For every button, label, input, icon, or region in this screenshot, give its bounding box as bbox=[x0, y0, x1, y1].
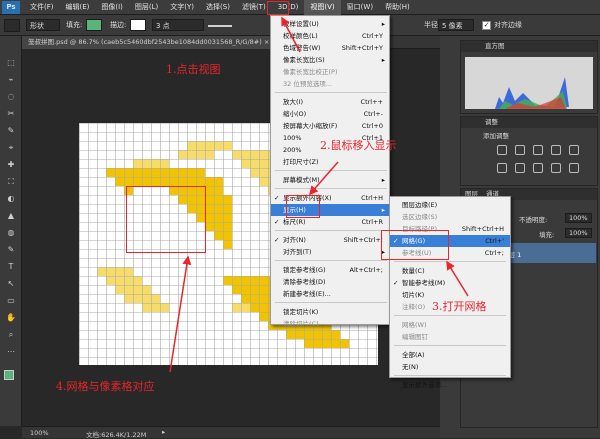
annotation-step2: 2.鼠标移入显示 bbox=[320, 139, 397, 152]
annotation-step3: 3.打开网格 bbox=[432, 300, 487, 313]
annotation-arrows bbox=[169, 16, 469, 373]
annotation-step4: 4.网格与像素格对应 bbox=[56, 380, 155, 393]
annotation-step1: 1.点击视图 bbox=[166, 63, 221, 76]
